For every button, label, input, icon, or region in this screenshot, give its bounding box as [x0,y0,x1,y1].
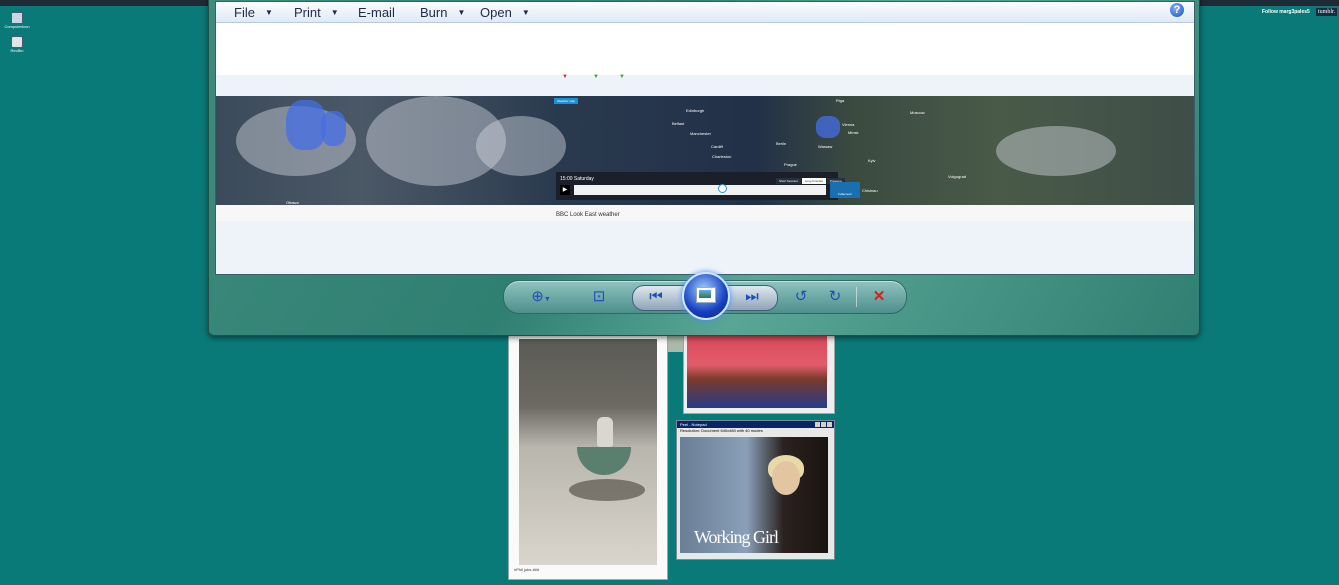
rain-area [321,111,346,146]
webpage-header-area [216,23,1194,75]
divider [856,287,857,307]
chevron-down-icon: ▼ [543,296,551,303]
rain-area [286,100,326,150]
photo-viewer-window[interactable]: File ▼ Print ▼ E-mail Burn ▼ Open ▼ ? ▼ ▼ ▼ … [208,0,1200,336]
menu-email[interactable]: E-mail [358,5,395,20]
chevron-down-icon: ▼ [457,8,466,17]
city-label: Prague [784,162,797,167]
menu-print-label: Print [294,5,321,20]
menu-file-label: File [234,5,255,20]
city-label: Charleston [712,154,732,159]
rotate-cw-icon[interactable]: ↻ [824,287,846,307]
city-label: Kyiv [868,158,876,163]
notepad-menu: Resolution: Document 640x480 with 40 mod… [680,428,763,433]
slideshow-frame [696,287,716,303]
map-time-label: 15:00 Saturday [560,176,594,182]
menu-open[interactable]: Open ▼ [480,5,530,20]
zoom-icon[interactable]: ⊕▼ [530,287,552,307]
image-caption: BBC Look East weather [556,212,620,218]
bowl [577,447,631,475]
chevron-down-icon: ▼ [264,8,273,17]
time-slider-handle[interactable] [718,184,727,193]
recycle-bin-icon [11,36,23,48]
cloud [476,116,566,176]
city-label: Chisinau [862,188,878,193]
slideshow-icon[interactable] [682,272,730,320]
city-label: Vienna [842,122,855,127]
tumblr-logo[interactable]: tumblr. [1316,8,1338,16]
chevron-down-icon: ▼ [330,8,339,17]
city-label: Edinburgh [686,108,705,113]
dot-marker: ▼ [619,74,625,80]
cloud [996,126,1116,176]
short-forecast-button[interactable]: Short forecast [776,178,801,184]
map-tag: Weather map [554,98,578,104]
rotate-ccw-icon[interactable]: ↺ [790,287,812,307]
menu-burn[interactable]: Burn ▼ [420,5,465,20]
image-area[interactable]: File ▼ Print ▼ E-mail Burn ▼ Open ▼ ? ▼ ▼ ▼ … [215,1,1195,275]
photo-caption: nPhil jobs ### [514,567,540,572]
notepad-window[interactable]: Peel - Notepad Resolution: Document 640x… [676,420,835,560]
city-label: Berlin [776,141,787,146]
notepad-titlebar[interactable]: Peel - Notepad [677,421,834,428]
webpage-footer-area [216,205,1194,221]
chevron-down-icon: ▼ [521,8,530,17]
desktop-icon-recycle[interactable]: RecBin [4,36,30,53]
play-icon[interactable]: ▶ [560,185,570,195]
dot-marker: ▼ [593,74,599,80]
city-label: Manchester [690,131,711,136]
rain-area [816,116,840,138]
computer-icon [11,12,23,24]
close-icon[interactable] [827,422,832,427]
cartoon-image [687,336,827,408]
maximize-icon[interactable] [821,422,826,427]
map-time-slider[interactable]: 15:00 Saturday ▶ [556,172,838,200]
city-label: Cardiff [711,144,723,149]
window-controls[interactable] [814,422,832,429]
shadow [569,479,645,501]
city-label: Warsaw [818,144,833,149]
next-icon[interactable]: ⏭ [741,287,763,307]
tumblr-follow-link[interactable]: Follow marg3pales5 [1262,9,1310,15]
help-icon[interactable]: ? [1170,3,1184,17]
delete-icon[interactable]: ✕ [868,287,890,307]
city-label: Moscow [910,110,925,115]
menu-file[interactable]: File ▼ [234,5,273,20]
face [772,461,800,495]
cat-statue-photo [519,339,657,565]
minimize-icon[interactable] [815,422,820,427]
city-label: Volgograd [948,174,967,179]
cat-statue [597,417,613,447]
long-forecast-button[interactable]: Long forecast [801,178,826,184]
movie-still: Working Girl [680,437,828,553]
fullscreen-button[interactable]: Fullscreen [830,182,860,198]
notepad-title: Peel - Notepad [680,422,707,427]
movie-title: Working Girl [694,527,779,547]
city-label: Belfast [672,121,685,126]
time-track[interactable] [574,185,826,195]
menu-burn-label: Burn [420,5,448,20]
menu-print[interactable]: Print ▼ [294,5,339,20]
viewer-control-bar: ⊕▼ ⊡ ⏮ ⏭ ↺ ↻ ✕ [503,272,907,320]
menu-open-label: Open [480,5,512,20]
desktop-icon-computer[interactable]: ComputerIcon [4,12,30,29]
dot-marker: ▼ [562,74,568,80]
weather-map: Weather map Edinburgh Belfast Manchester… [216,96,1194,205]
menu-email-label: E-mail [358,5,395,20]
previous-icon[interactable]: ⏮ [645,287,667,307]
cartoon-image-window[interactable] [683,332,835,414]
fit-window-icon[interactable]: ⊡ [588,287,610,307]
menu-bar: File ▼ Print ▼ E-mail Burn ▼ Open ▼ ? [216,2,1194,23]
city-label: Minsk [848,130,859,135]
background-photo-window[interactable]: nPhil jobs ### [508,330,668,580]
slideshow-picture [699,290,711,298]
city-label: Riga [836,98,845,103]
